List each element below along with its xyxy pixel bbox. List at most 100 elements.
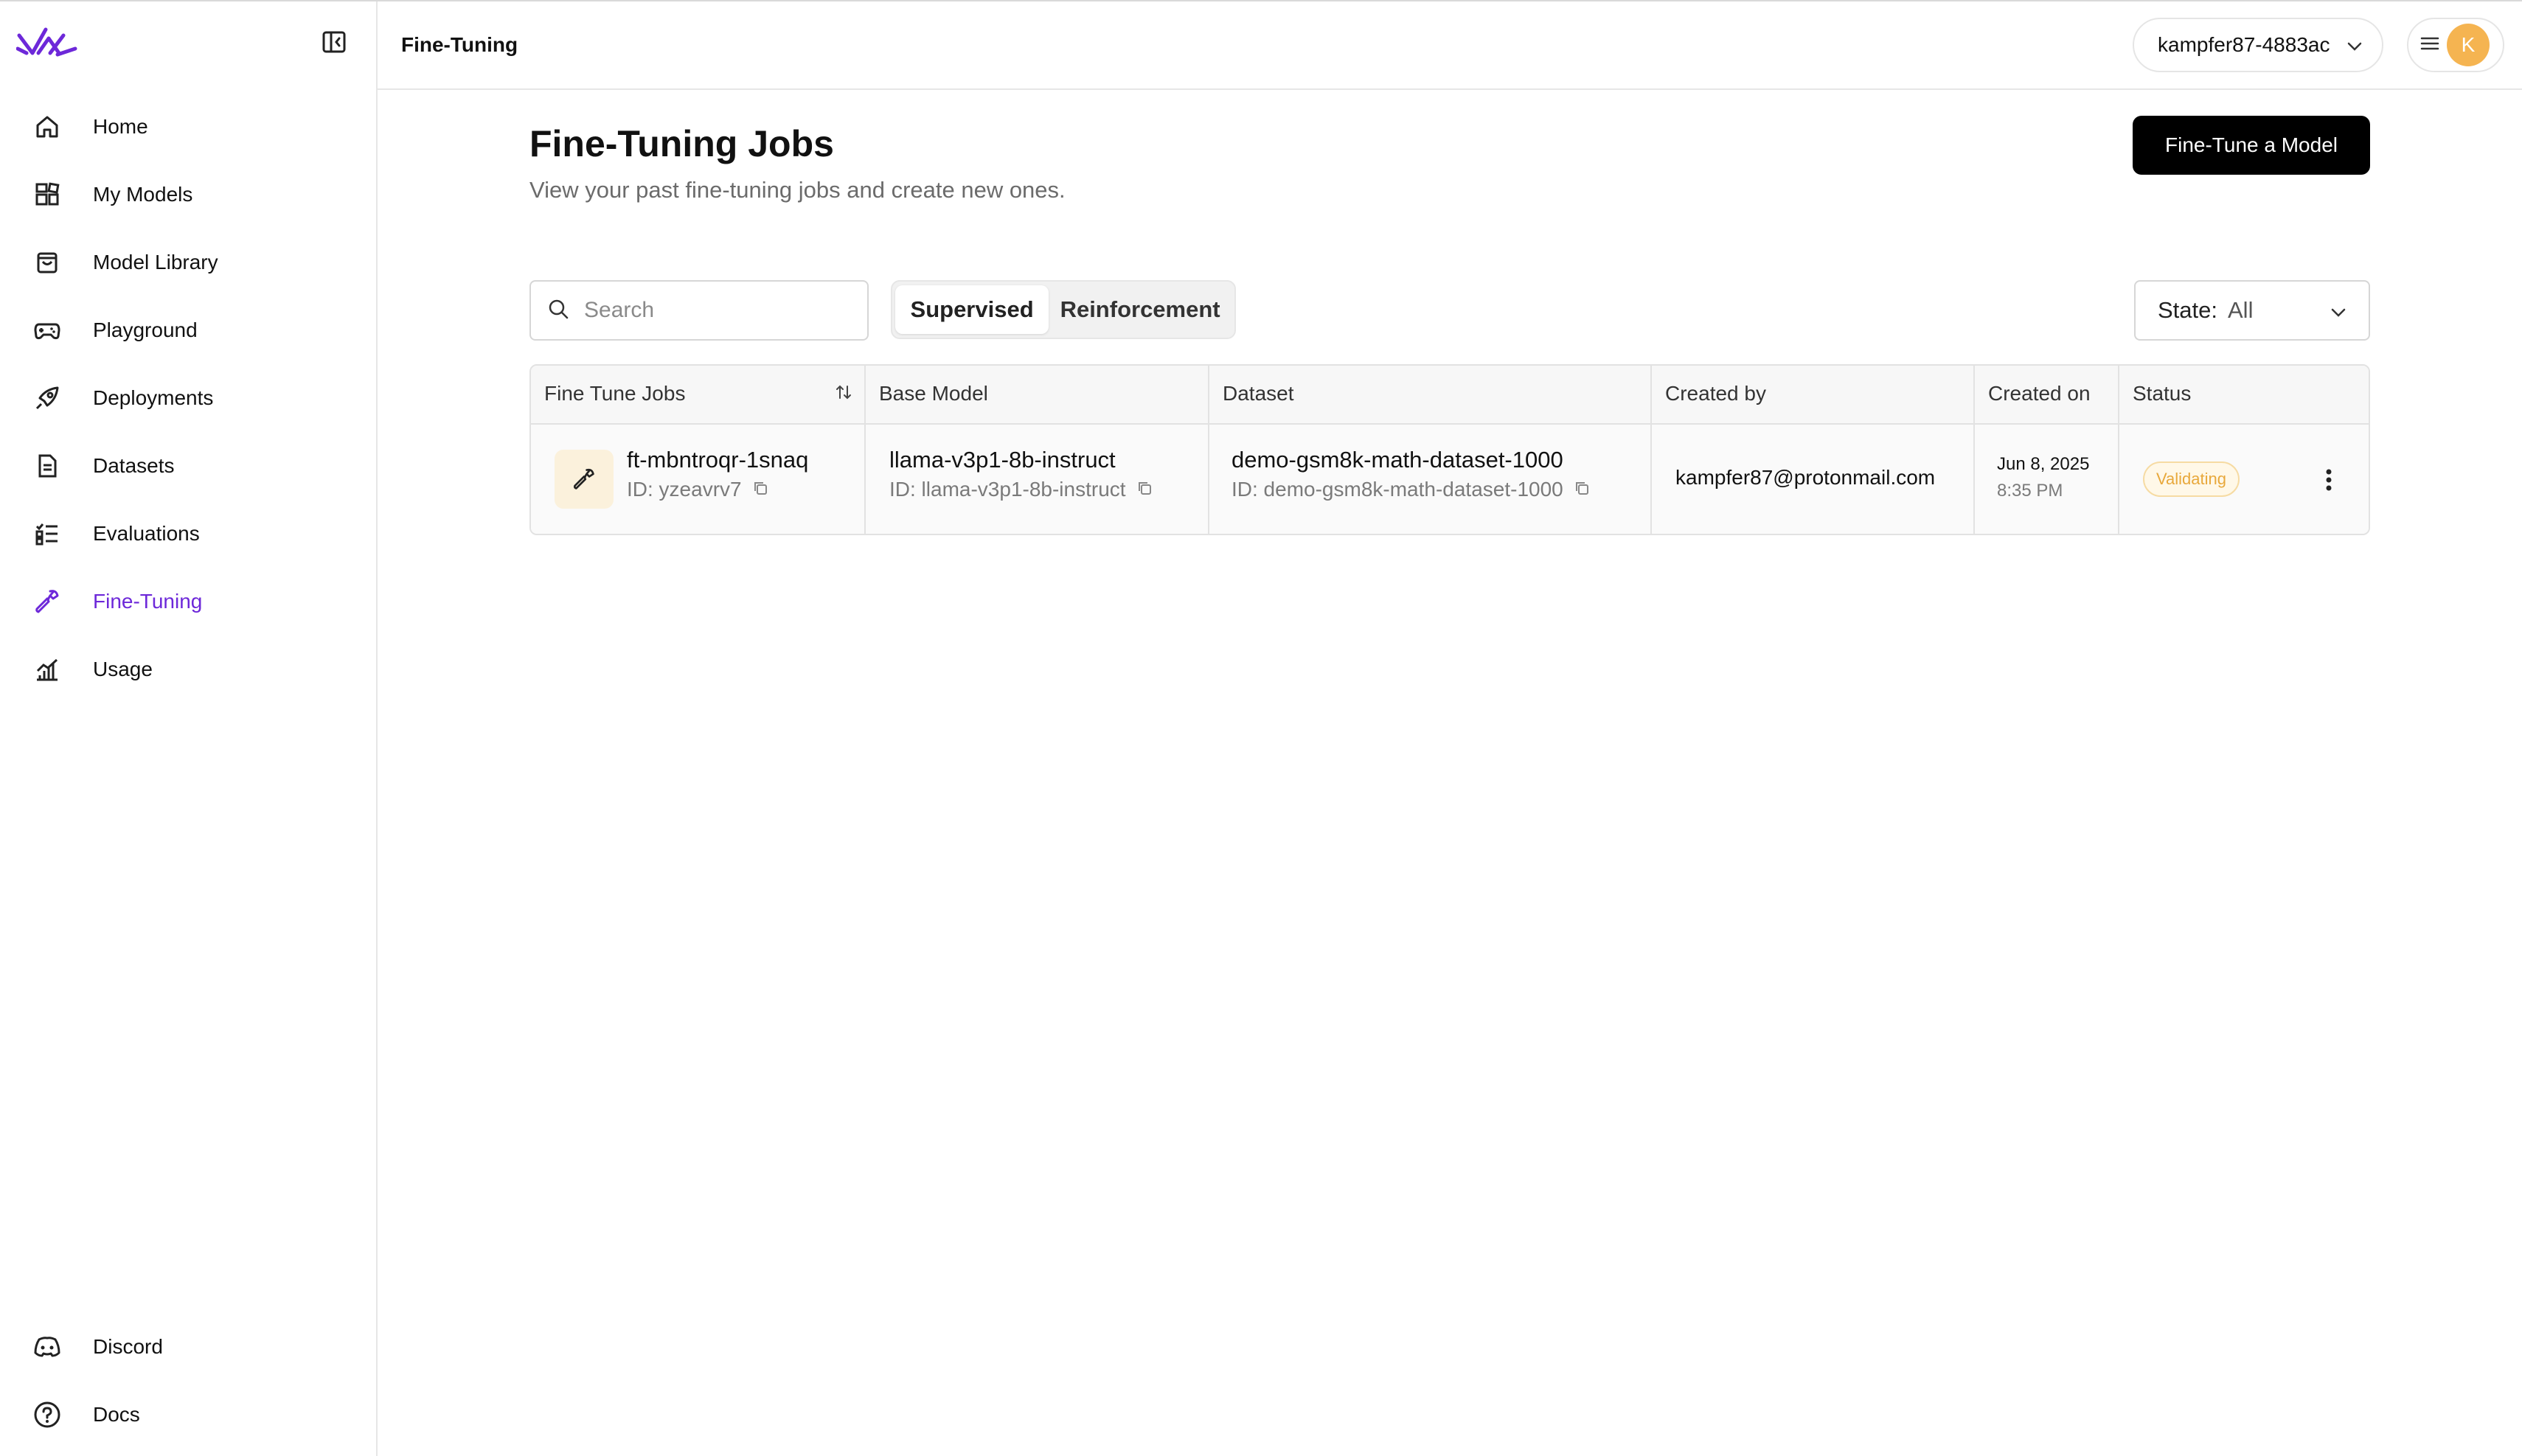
rocket-icon: [32, 383, 62, 413]
wrench-icon: [32, 587, 62, 616]
job-name-link[interactable]: ft-mbntroqr-1snaq: [627, 447, 808, 473]
shopping-bag-icon: [32, 248, 62, 277]
sidebar-item-docs[interactable]: Docs: [0, 1381, 376, 1449]
chevron-down-icon: [2330, 297, 2346, 324]
cell-dataset: demo-gsm8k-math-dataset-1000 ID: demo-gs…: [1209, 425, 1652, 534]
sidebar-item-label: Model Library: [93, 251, 218, 274]
status-badge: Validating: [2143, 461, 2240, 497]
sidebar-item-label: Docs: [93, 1403, 140, 1426]
hamburger-menu-icon: [2420, 35, 2439, 55]
cell-base-model: llama-v3p1-8b-instruct ID: llama-v3p1-8b…: [866, 425, 1209, 534]
base-model-id: ID: llama-v3p1-8b-instruct: [889, 478, 1153, 501]
page-title: Fine-Tuning Jobs: [529, 123, 834, 164]
chevron-down-icon: [2346, 33, 2363, 57]
sidebar-item-usage[interactable]: Usage: [0, 635, 376, 703]
account-selector[interactable]: kampfer87-4883ac: [2133, 18, 2383, 72]
column-header-label: Fine Tune Jobs: [544, 382, 686, 405]
dataset-name[interactable]: demo-gsm8k-math-dataset-1000: [1232, 447, 1563, 473]
sidebar-item-playground[interactable]: Playground: [0, 296, 376, 364]
job-id-text: ID: yzeavrv7: [627, 478, 742, 501]
state-filter-label: State:: [2158, 297, 2217, 323]
collapse-sidebar-icon[interactable]: [322, 29, 347, 55]
column-header-label: Created on: [1988, 382, 2091, 405]
discord-icon: [32, 1332, 62, 1362]
column-header-label: Status: [2133, 382, 2192, 405]
page-subtitle: View your past fine-tuning jobs and crea…: [529, 177, 1066, 203]
search-placeholder: Search: [584, 298, 655, 322]
sidebar: Home My Models Model Library Playground: [0, 1, 378, 1456]
column-header-label: Created by: [1665, 382, 1766, 405]
fine-tune-model-button[interactable]: Fine-Tune a Model: [2133, 116, 2370, 175]
table-header: Fine Tune Jobs Base Model Dataset Create…: [531, 366, 2369, 425]
sidebar-bottom-nav: Discord Docs: [0, 1313, 376, 1449]
column-header-created-by: Created by: [1652, 366, 1975, 423]
column-header-dataset: Dataset: [1209, 366, 1652, 423]
sidebar-item-label: Evaluations: [93, 522, 200, 545]
job-id: ID: yzeavrv7: [627, 478, 768, 501]
column-header-fine-tune-jobs[interactable]: Fine Tune Jobs: [531, 366, 866, 423]
bar-chart-icon: [32, 655, 62, 684]
table-row[interactable]: ft-mbntroqr-1snaq ID: yzeavrv7 llama-v3p…: [531, 425, 2369, 534]
sidebar-nav: Home My Models Model Library Playground: [0, 93, 376, 703]
sidebar-item-deployments[interactable]: Deployments: [0, 364, 376, 432]
base-model-id-text: ID: llama-v3p1-8b-instruct: [889, 478, 1126, 501]
sidebar-item-label: Home: [93, 115, 148, 138]
copy-icon[interactable]: [752, 478, 768, 501]
copy-icon[interactable]: [1136, 478, 1153, 501]
checklist-icon: [32, 519, 62, 548]
user-menu-button[interactable]: K: [2407, 18, 2504, 72]
document-icon: [32, 451, 62, 481]
sidebar-item-my-models[interactable]: My Models: [0, 161, 376, 229]
column-header-created-on: Created on: [1975, 366, 2119, 423]
sidebar-item-home[interactable]: Home: [0, 93, 376, 161]
job-type-toggle: Supervised Reinforcement: [891, 280, 1236, 339]
sidebar-item-model-library[interactable]: Model Library: [0, 229, 376, 296]
app-window: Home My Models Model Library Playground: [0, 0, 2522, 1456]
state-filter-select[interactable]: State: All: [2134, 280, 2370, 341]
sidebar-item-label: Usage: [93, 658, 153, 680]
help-circle-icon: [32, 1400, 62, 1429]
sidebar-item-fine-tuning[interactable]: Fine-Tuning: [0, 568, 376, 635]
avatar: K: [2447, 24, 2490, 66]
copy-icon[interactable]: [1574, 478, 1590, 501]
created-by-email: kampfer87@protonmail.com: [1675, 466, 1936, 489]
column-header-label: Base Model: [879, 382, 988, 405]
sidebar-item-label: Fine-Tuning: [93, 590, 203, 613]
created-time: 8:35 PM: [1997, 481, 2063, 501]
sidebar-item-evaluations[interactable]: Evaluations: [0, 500, 376, 568]
tab-supervised[interactable]: Supervised: [895, 285, 1049, 334]
brand-logo-icon[interactable]: [15, 27, 78, 58]
dataset-id-text: ID: demo-gsm8k-math-dataset-1000: [1232, 478, 1563, 501]
more-options-icon[interactable]: [2324, 467, 2333, 492]
top-bar: Fine-Tuning kampfer87-4883ac K: [378, 1, 2522, 90]
sidebar-item-label: My Models: [93, 183, 193, 206]
cell-created-on: Jun 8, 2025 8:35 PM: [1975, 425, 2119, 534]
models-icon: [32, 180, 62, 209]
dataset-id: ID: demo-gsm8k-math-dataset-1000: [1232, 478, 1590, 501]
sidebar-item-label: Playground: [93, 318, 198, 341]
column-header-label: Dataset: [1223, 382, 1294, 405]
sort-icon[interactable]: [835, 383, 852, 405]
sidebar-item-label: Deployments: [93, 386, 214, 409]
column-header-base-model: Base Model: [866, 366, 1209, 423]
breadcrumb: Fine-Tuning: [401, 33, 518, 56]
search-input[interactable]: Search: [529, 280, 869, 341]
sidebar-item-label: Datasets: [93, 454, 175, 477]
home-icon: [32, 112, 62, 142]
wrench-icon: [555, 450, 614, 509]
sidebar-item-label: Discord: [93, 1335, 163, 1358]
sidebar-item-discord[interactable]: Discord: [0, 1313, 376, 1381]
created-date: Jun 8, 2025: [1997, 454, 2090, 474]
sidebar-item-datasets[interactable]: Datasets: [0, 432, 376, 500]
column-header-status: Status: [2119, 366, 2369, 423]
search-icon: [547, 298, 569, 324]
jobs-table: Fine Tune Jobs Base Model Dataset Create…: [529, 364, 2370, 535]
cell-status: Validating: [2119, 425, 2369, 534]
gamepad-icon: [32, 316, 62, 345]
account-name: kampfer87-4883ac: [2158, 33, 2330, 56]
base-model-name[interactable]: llama-v3p1-8b-instruct: [889, 447, 1116, 473]
tab-reinforcement[interactable]: Reinforcement: [1049, 285, 1232, 334]
cell-job: ft-mbntroqr-1snaq ID: yzeavrv7: [531, 425, 866, 534]
cell-created-by: kampfer87@protonmail.com: [1652, 425, 1975, 534]
state-filter-value: All: [2228, 297, 2254, 323]
